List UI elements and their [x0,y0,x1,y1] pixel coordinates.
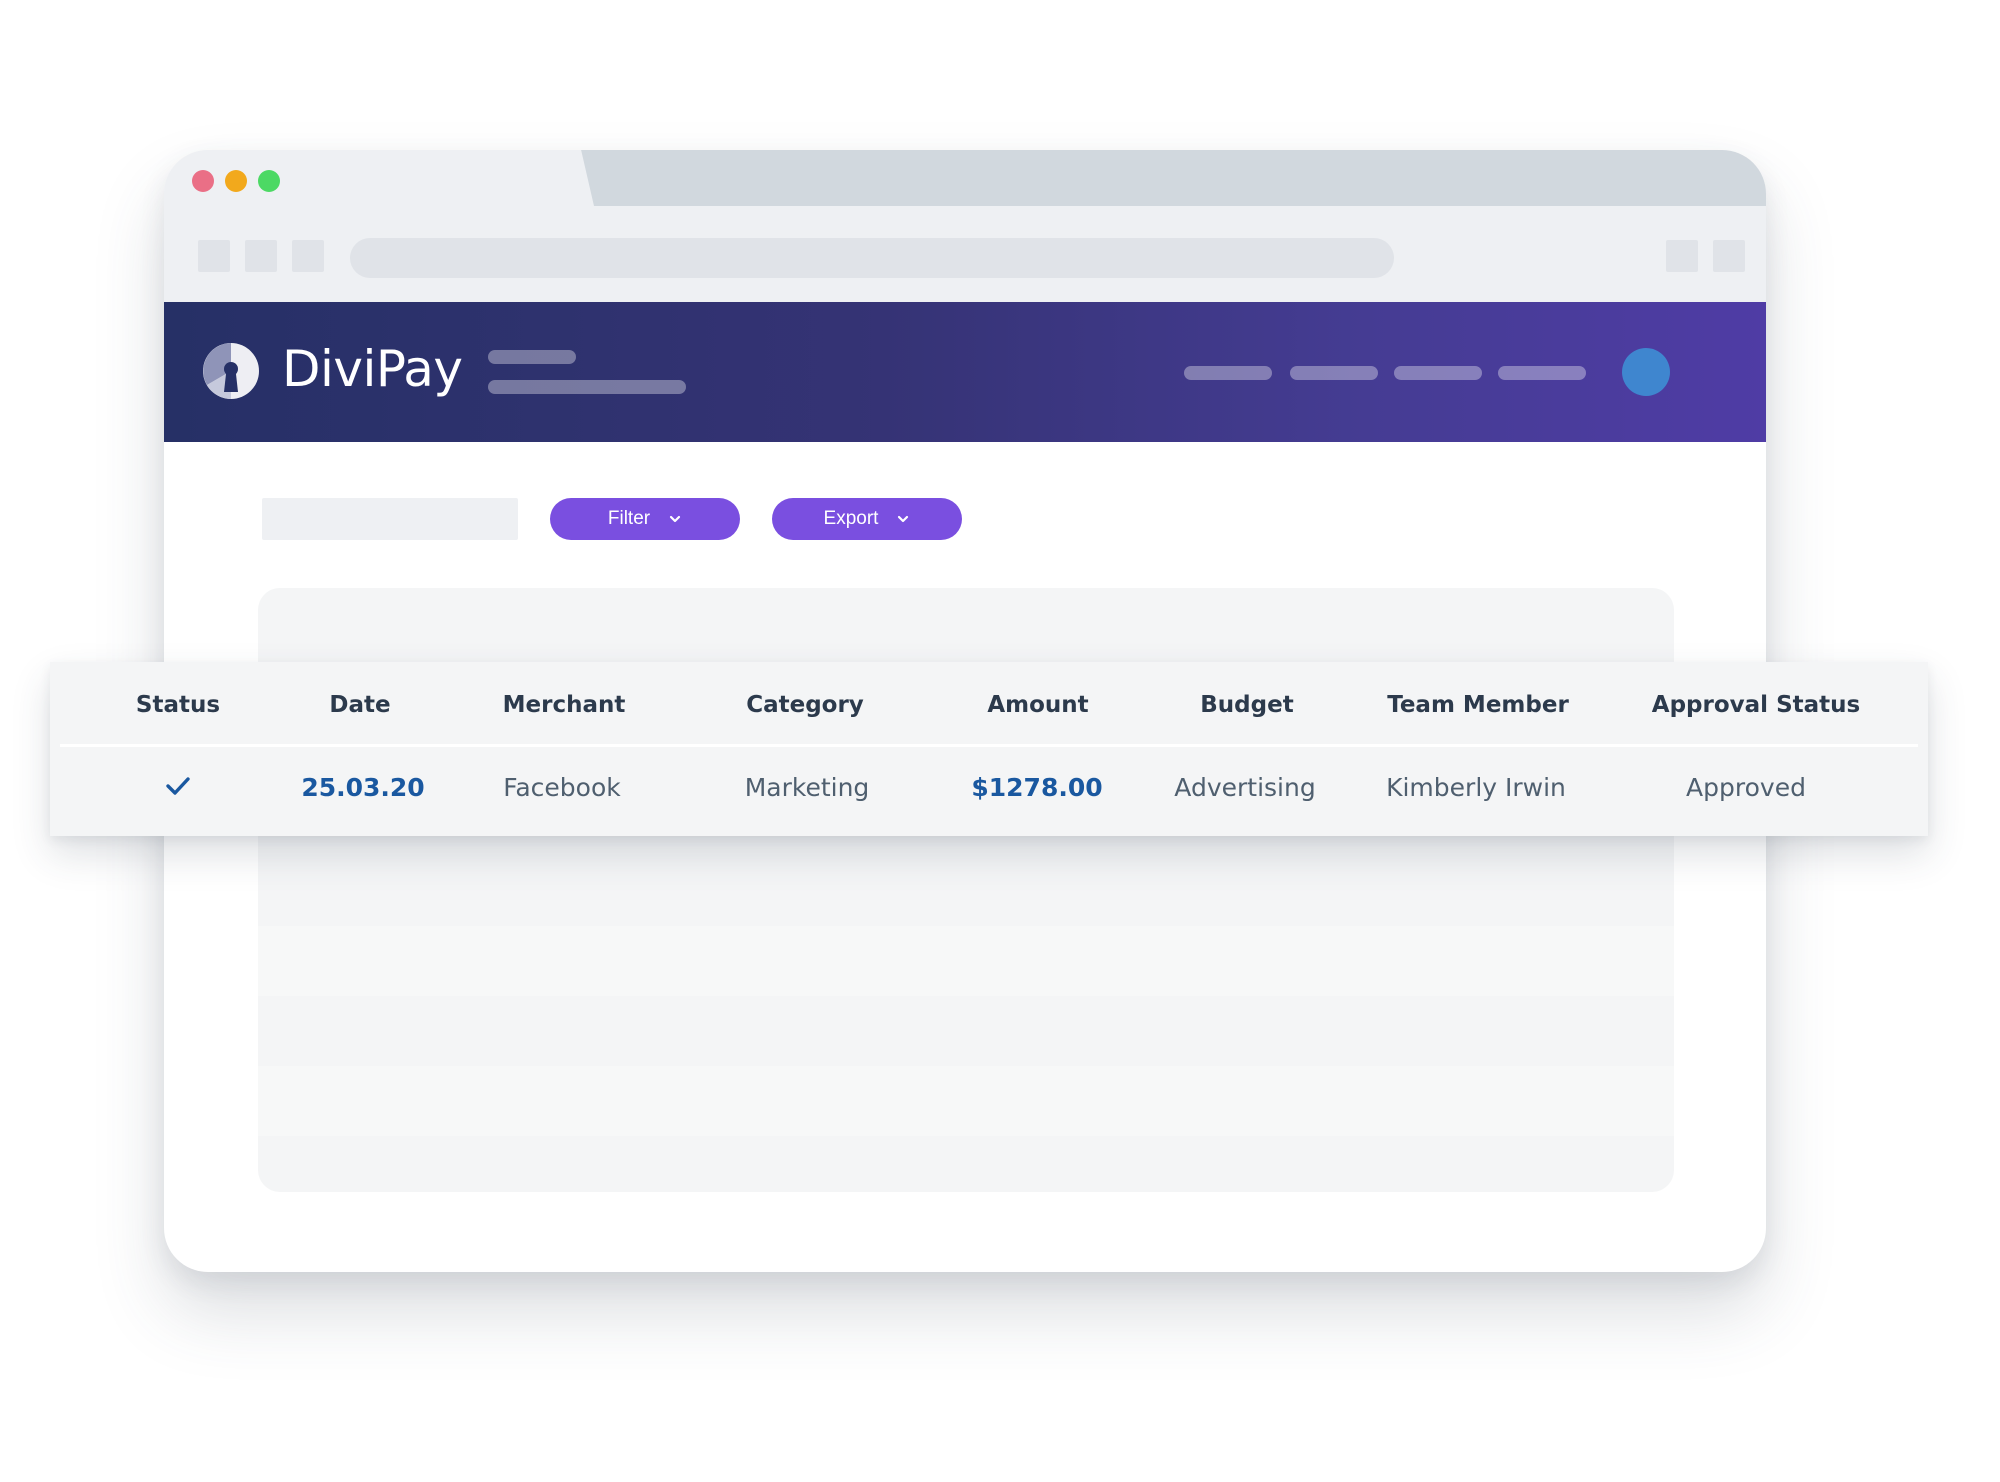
cell-budget: Advertising [1174,773,1316,802]
forward-button[interactable] [245,240,277,272]
header-subtitle-placeholder [488,380,686,394]
nav-link-1[interactable] [1184,366,1272,380]
table-row[interactable] [258,926,1674,996]
export-button-label: Export [823,508,879,529]
browser-chrome [164,150,1766,302]
reload-button[interactable] [292,240,324,272]
export-button[interactable]: Export [772,498,962,540]
column-header-status[interactable]: Status [136,692,220,718]
browser-menu-button[interactable] [1713,240,1745,272]
divipay-logo-icon [203,343,259,399]
column-header-amount[interactable]: Amount [987,692,1088,718]
back-button[interactable] [198,240,230,272]
chevron-down-icon [670,515,681,523]
nav-link-4[interactable] [1498,366,1586,380]
user-avatar[interactable] [1622,348,1670,396]
highlighted-transaction-card: Status Date Merchant Category Amount Bud… [50,662,1928,836]
filter-button-label: Filter [607,508,651,529]
search-input[interactable] [262,498,518,540]
table-row[interactable] [258,1066,1674,1136]
checkmark-icon [166,777,190,795]
cell-category: Marketing [744,773,870,802]
stage: DiviPay Filter Export Status Date Mercha… [0,0,2000,1482]
app-header: DiviPay [164,302,1766,442]
column-header-approval-status[interactable]: Approval Status [1652,692,1860,718]
cell-merchant: Facebook [503,773,621,802]
cell-date: 25.03.20 [301,773,425,802]
chevron-down-icon [898,515,909,523]
filter-button[interactable]: Filter [550,498,740,540]
column-header-merchant[interactable]: Merchant [503,692,626,718]
column-header-category[interactable]: Category [746,692,864,718]
header-divider [60,744,1918,747]
nav-link-2[interactable] [1290,366,1378,380]
column-header-date[interactable]: Date [329,692,390,718]
extension-button[interactable] [1666,240,1698,272]
address-bar[interactable] [350,238,1394,278]
maximize-window-button[interactable] [258,170,280,192]
cell-approval-status: Approved [1686,773,1806,802]
header-title-placeholder [488,350,576,364]
column-header-budget[interactable]: Budget [1200,692,1293,718]
cell-amount: $1278.00 [971,773,1103,802]
column-header-team-member[interactable]: Team Member [1387,692,1569,718]
nav-link-3[interactable] [1394,366,1482,380]
minimize-window-button[interactable] [225,170,247,192]
close-window-button[interactable] [192,170,214,192]
tab-strip [564,150,1766,206]
cell-team-member: Kimberly Irwin [1386,773,1566,802]
brand-name: DiviPay [282,340,463,398]
